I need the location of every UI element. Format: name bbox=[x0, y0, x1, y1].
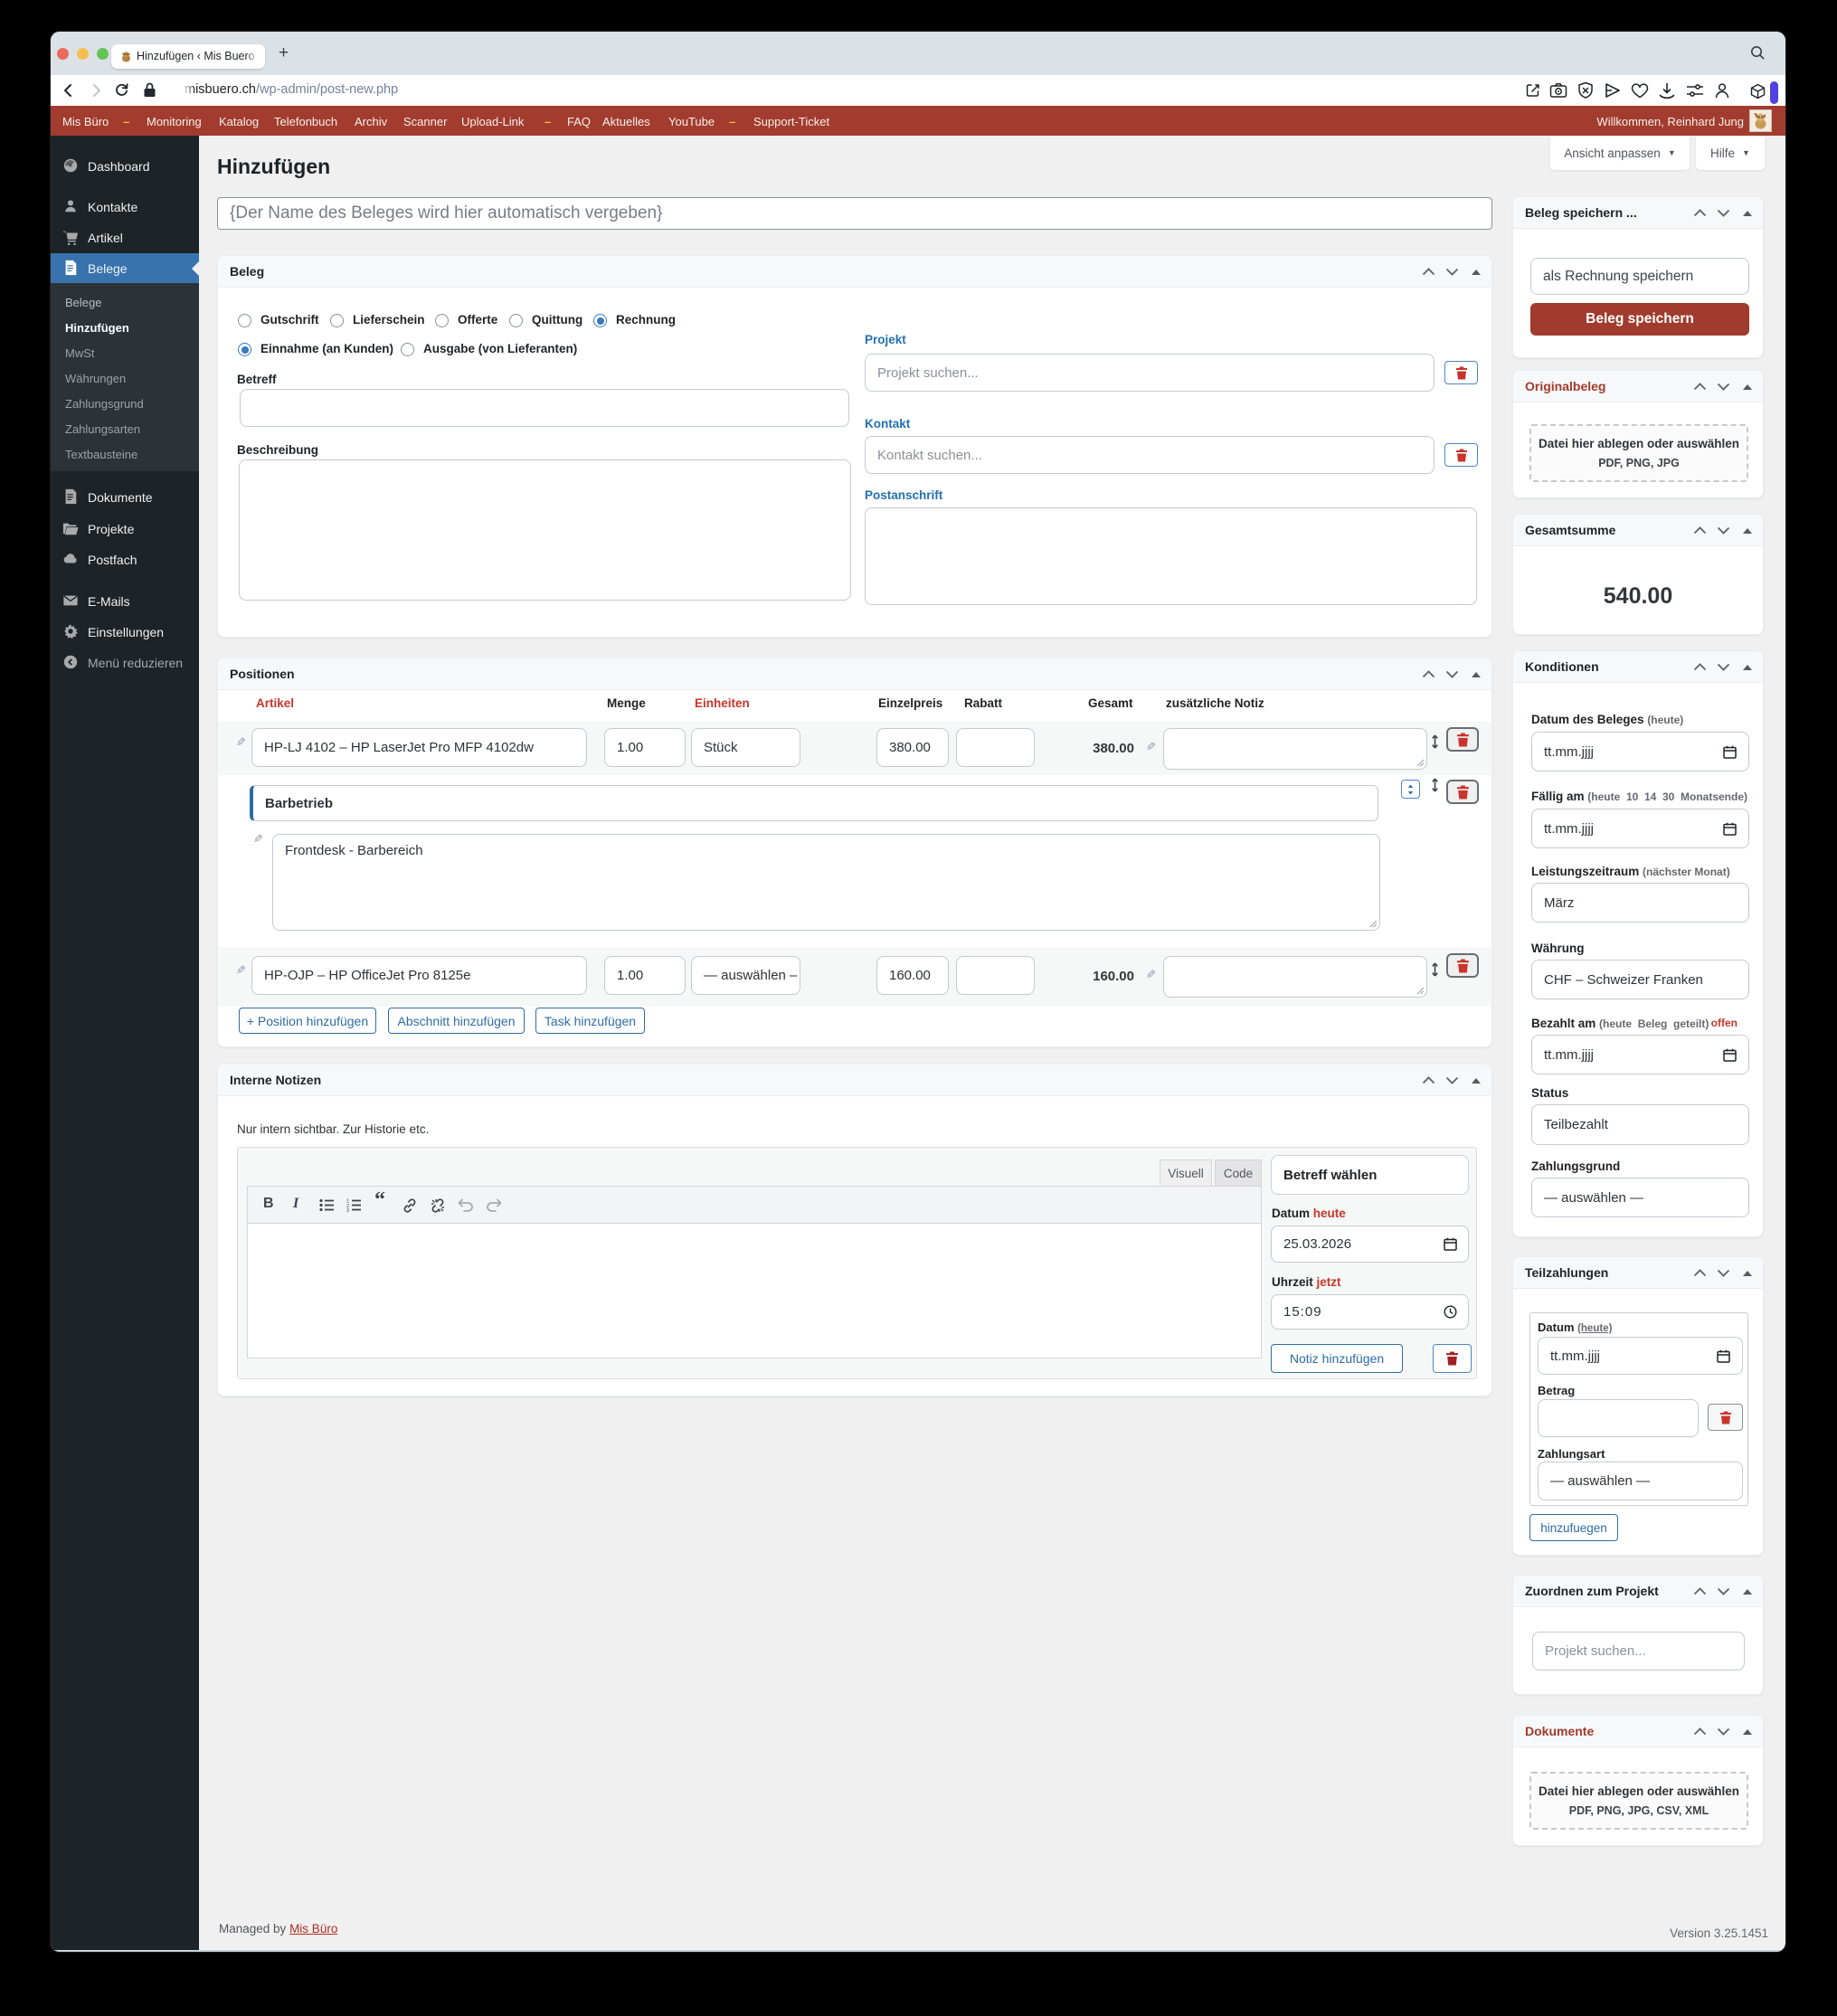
svg-text:3: 3 bbox=[346, 1208, 349, 1212]
